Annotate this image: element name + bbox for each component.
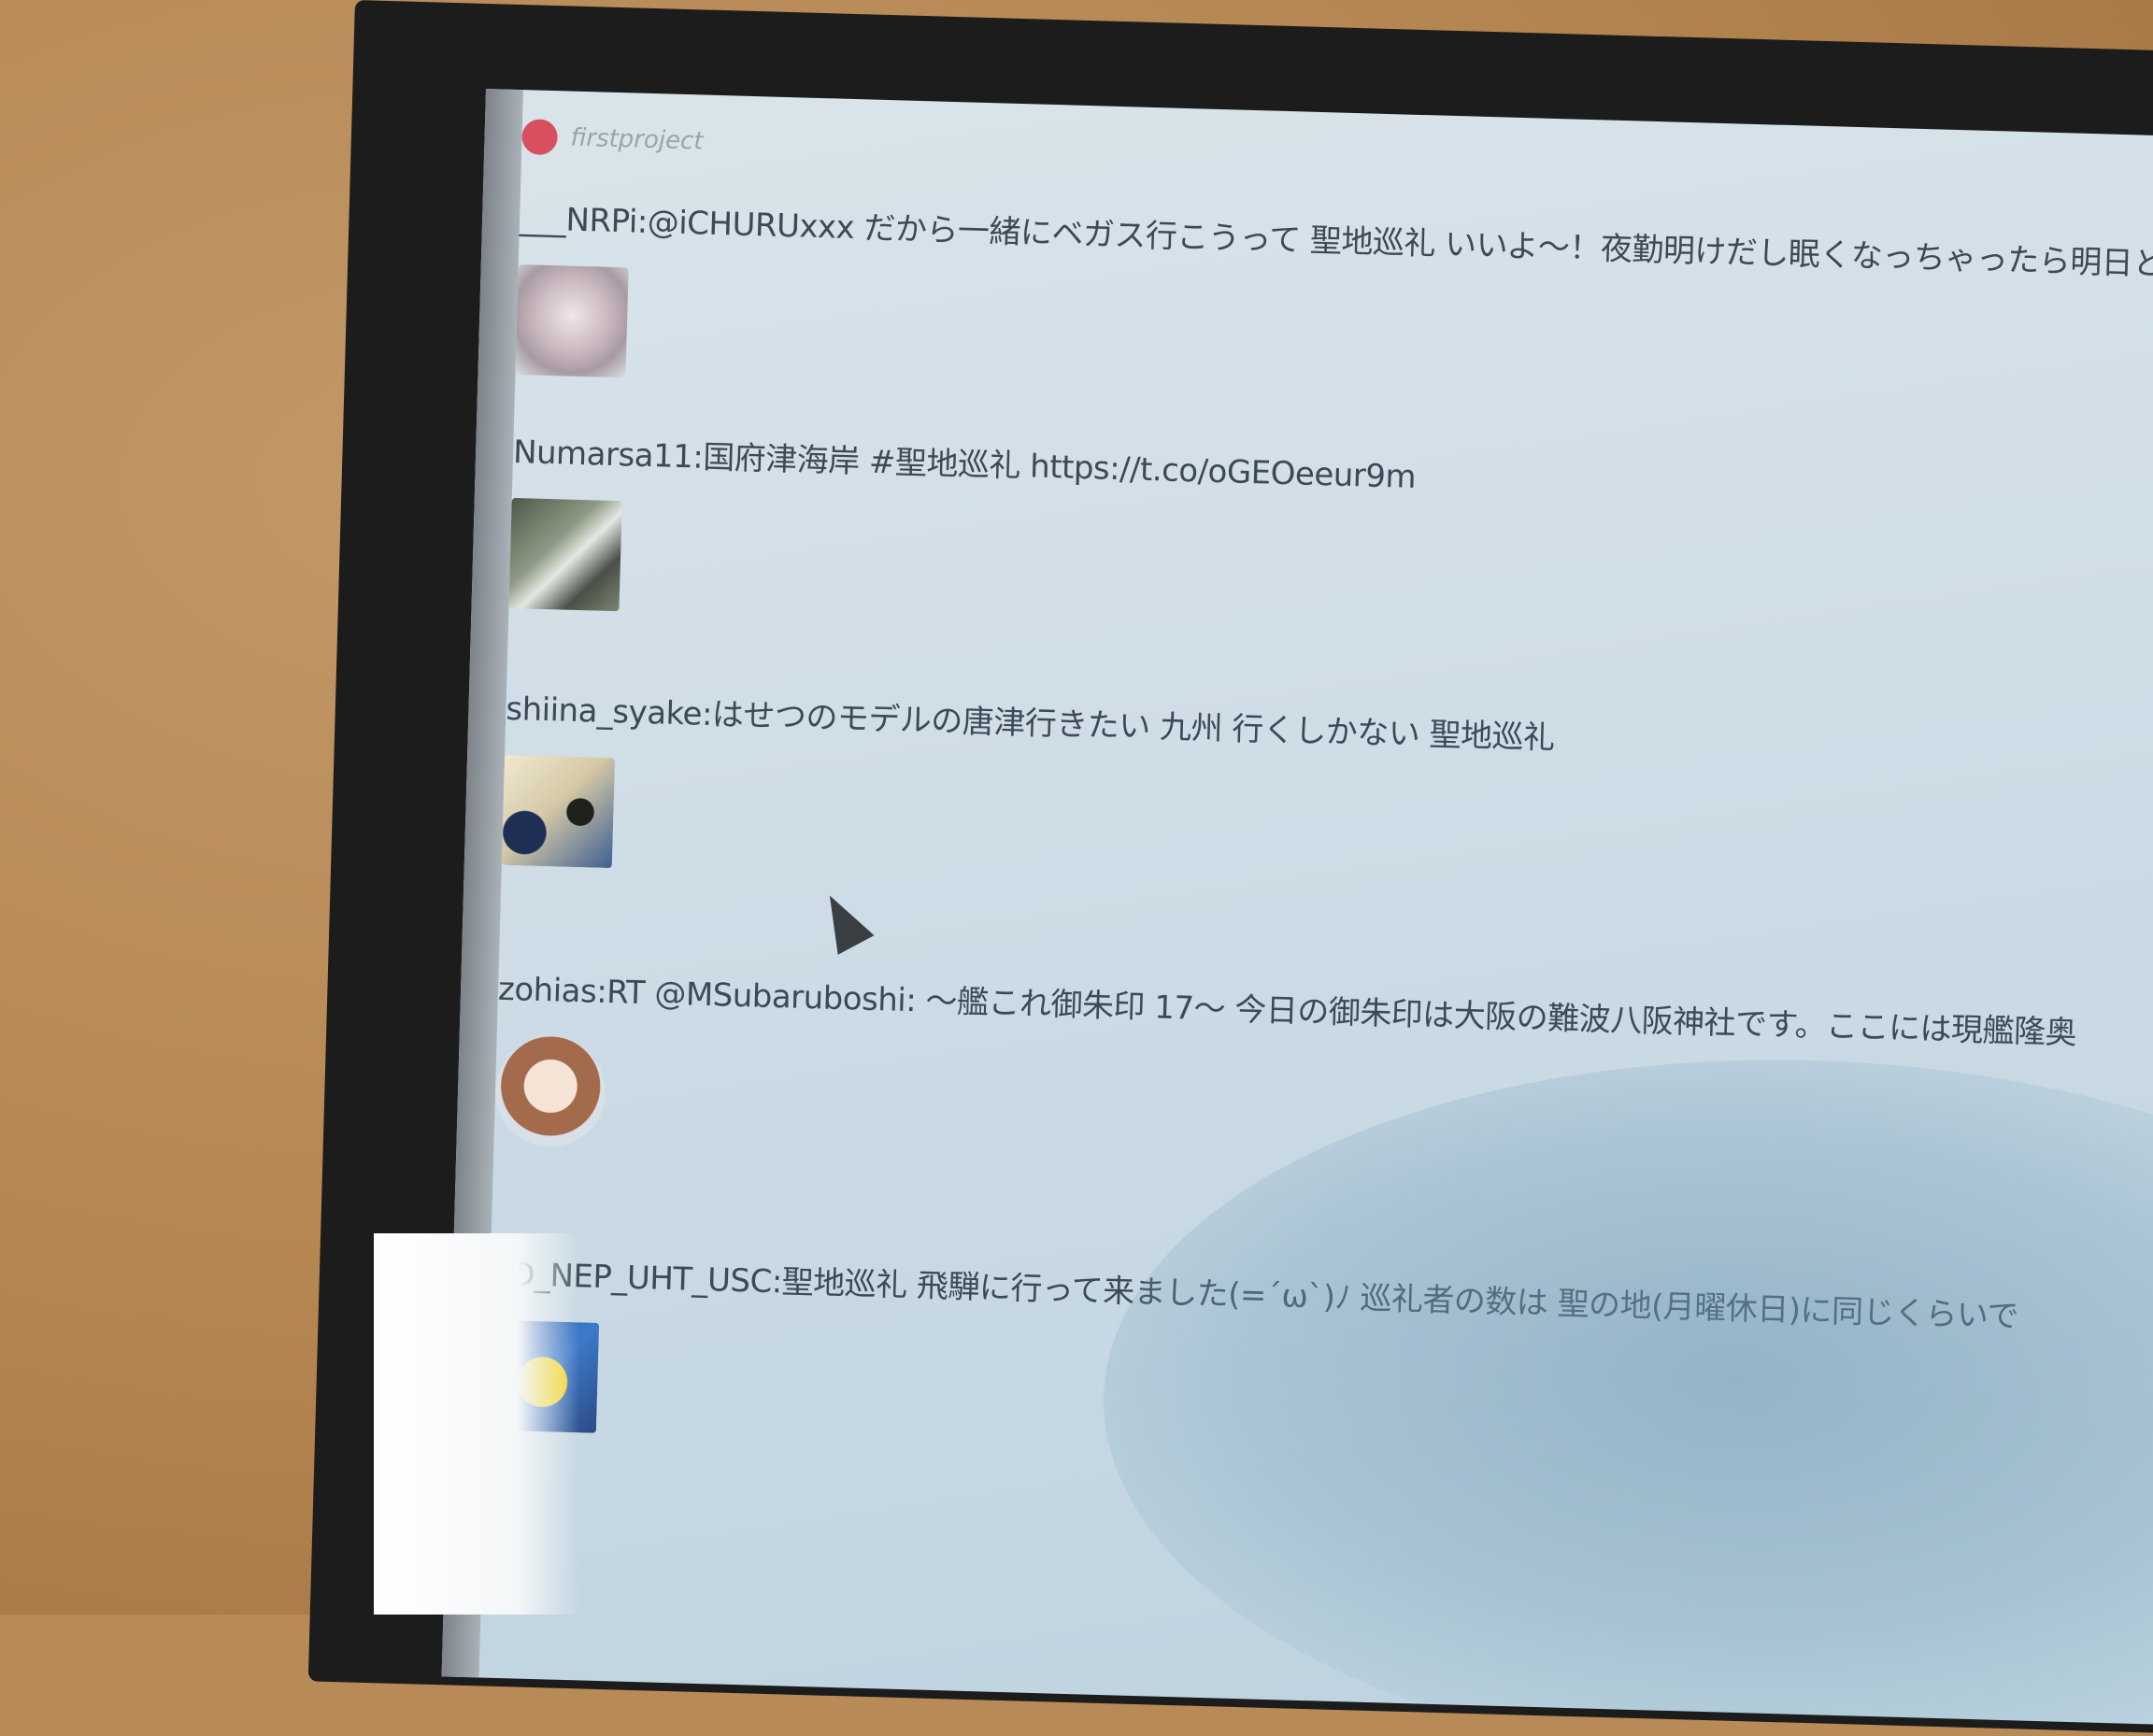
light-glare (374, 1233, 579, 1615)
photo-avatar-icon[interactable] (508, 497, 622, 612)
tweet-text: zohias:RT @MSubaruboshi: ～艦これ御朱印 17～ 今日の… (497, 970, 2077, 1052)
anime-avatar-icon[interactable] (501, 754, 616, 869)
tweet-item[interactable]: KD_NEP_UHT_USC:聖地巡礼 飛騨に行って来ました(=´ω`)ﾉ 巡礼… (485, 1248, 2153, 1479)
app-window: firstproject ___NRPi:@iCHURUxxx だから一緒にベガ… (441, 89, 2153, 1727)
tweet-text: Numarsa11:国府津海岸 #聖地巡礼 https://t.co/oGEOe… (512, 433, 1417, 496)
tweet-text: ___NRPi:@iCHURUxxx だから一緒にベガス行こうって 聖地巡礼 い… (519, 200, 2153, 288)
tweet-item[interactable]: Numarsa11:国府津海岸 #聖地巡礼 https://t.co/oGEOe… (508, 426, 2153, 657)
tweet-item[interactable]: ___NRPi:@iCHURUxxx だから一緒にベガス行こうって 聖地巡礼 い… (515, 192, 2153, 423)
anime-avatar-icon[interactable] (515, 264, 629, 378)
app-icon (521, 119, 559, 156)
tweet-item[interactable]: shiina_syake:はせつのモデルの唐津行きたい 九州 行くしかない 聖地… (501, 683, 2153, 914)
tweet-text: shiina_syake:はせつのモデルの唐津行きたい 九州 行くしかない 聖地… (505, 690, 1556, 758)
anime-girl-avatar-icon[interactable] (493, 1034, 607, 1148)
tweet-item[interactable]: zohias:RT @MSubaruboshi: ～艦これ御朱印 17～ 今日の… (493, 963, 2153, 1194)
app-title: firstproject (570, 123, 704, 156)
tweet-text: KD_NEP_UHT_USC:聖地巡礼 飛騨に行って来ました(=´ω`)ﾉ 巡礼… (490, 1255, 2019, 1336)
